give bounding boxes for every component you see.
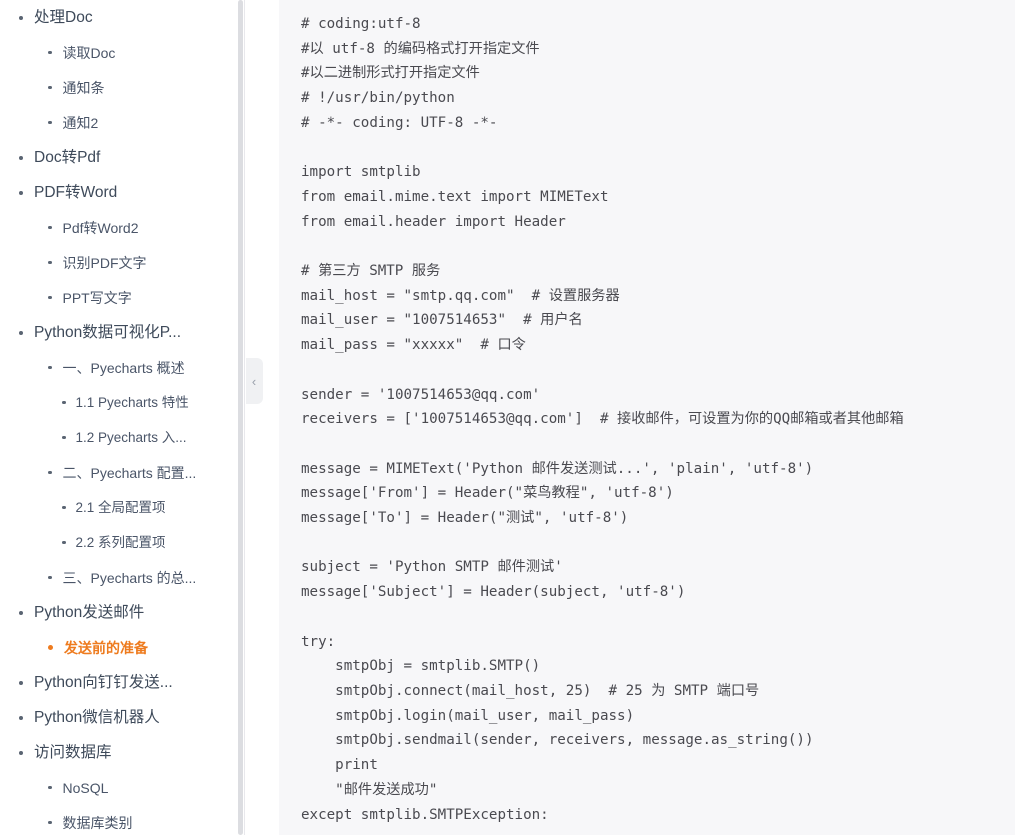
sidebar-item-5[interactable]: PDF转Word xyxy=(0,175,244,210)
sidebar-item-label: PDF转Word xyxy=(34,183,118,201)
bullet-icon xyxy=(48,575,52,580)
sidebar-item-label: 访问数据库 xyxy=(34,743,112,761)
sidebar-item-0[interactable]: 处理Doc xyxy=(0,0,244,35)
sidebar-item-label: PPT写文字 xyxy=(62,289,132,306)
bullet-icon xyxy=(62,435,66,440)
sidebar-item-label: Doc转Pdf xyxy=(34,148,101,166)
bullet-icon xyxy=(48,820,52,825)
sidebar-item-8[interactable]: PPT写文字 xyxy=(0,280,244,315)
sidebar-item-22[interactable]: NoSQL xyxy=(0,770,244,805)
chevron-left-icon: ‹ xyxy=(251,373,257,389)
sidebar-toc[interactable]: 处理Doc 读取Doc 通知条通知2 Doc转Pdf PDF转Word Pdf转Word2… xyxy=(0,0,245,835)
sidebar-item-label: 三、Pyecharts 的总... xyxy=(62,569,197,586)
sidebar-scrollbar-thumb[interactable] xyxy=(238,0,243,835)
sidebar-item-14[interactable]: 2.1 全局配置项 xyxy=(0,490,244,525)
bullet-icon xyxy=(48,785,52,790)
bullet-icon xyxy=(62,540,66,545)
sidebar-item-10[interactable]: 一、Pyecharts 概述 xyxy=(0,350,244,385)
content-area: # coding:utf-8 #以 utf-8 的编码格式打开指定文件 #以二进… xyxy=(245,0,1015,835)
page-root: 处理Doc 读取Doc 通知条通知2 Doc转Pdf PDF转Word Pdf转Word2… xyxy=(0,0,1015,835)
sidebar-item-4[interactable]: Doc转Pdf xyxy=(0,140,244,175)
sidebar-item-16[interactable]: 三、Pyecharts 的总... xyxy=(0,560,244,595)
bullet-icon xyxy=(19,155,23,160)
sidebar-item-label: 2.2 系列配置项 xyxy=(75,534,166,550)
sidebar-item-label: Python数据可视化P... xyxy=(34,323,182,341)
sidebar-item-23[interactable]: 数据库类别 xyxy=(0,805,244,835)
bullet-icon xyxy=(48,85,52,90)
bullet-icon xyxy=(48,645,53,650)
sidebar-item-12[interactable]: 1.2 Pyecharts 入... xyxy=(0,420,244,455)
code-block[interactable]: # coding:utf-8 #以 utf-8 的编码格式打开指定文件 #以二进… xyxy=(279,0,1015,835)
bullet-icon xyxy=(48,260,52,265)
sidebar-item-label: NoSQL xyxy=(62,779,109,796)
sidebar-item-7[interactable]: 识别PDF文字 xyxy=(0,245,244,280)
bullet-icon xyxy=(48,365,52,370)
bullet-icon xyxy=(62,400,66,405)
sidebar-item-2[interactable]: 通知条 xyxy=(0,70,244,105)
bullet-icon xyxy=(48,120,52,125)
sidebar-item-label: 数据库类别 xyxy=(62,814,133,831)
bullet-icon xyxy=(19,750,23,755)
sidebar-item-19[interactable]: Python向钉钉发送... xyxy=(0,665,244,700)
sidebar-item-13[interactable]: 二、Pyecharts 配置... xyxy=(0,455,244,490)
bullet-icon xyxy=(19,610,23,615)
bullet-icon xyxy=(48,50,52,55)
sidebar-item-label: 二、Pyecharts 配置... xyxy=(62,464,197,481)
bullet-icon xyxy=(19,190,23,195)
sidebar-item-3[interactable]: 通知2 xyxy=(0,105,244,140)
sidebar-item-label: 1.2 Pyecharts 入... xyxy=(75,429,187,445)
code-text: # coding:utf-8 #以 utf-8 的编码格式打开指定文件 #以二进… xyxy=(301,16,904,823)
bullet-icon xyxy=(48,470,52,475)
sidebar-item-label: 一、Pyecharts 概述 xyxy=(62,359,185,376)
sidebar-item-label: Python发送邮件 xyxy=(34,603,145,621)
sidebar-item-label: 1.1 Pyecharts 特性 xyxy=(75,394,189,410)
sidebar-item-18[interactable]: 发送前的准备 xyxy=(0,630,244,665)
sidebar-item-20[interactable]: Python微信机器人 xyxy=(0,700,244,735)
bullet-icon xyxy=(62,505,66,510)
bullet-icon xyxy=(19,715,23,720)
bullet-icon xyxy=(48,225,52,230)
bullet-icon xyxy=(48,295,52,300)
sidebar-item-label: 读取Doc xyxy=(62,44,116,61)
sidebar-item-label: 通知条 xyxy=(62,79,105,96)
sidebar-item-label: Pdf转Word2 xyxy=(62,219,139,236)
sidebar-item-label: 发送前的准备 xyxy=(64,639,148,656)
sidebar-item-label: Python向钉钉发送... xyxy=(34,673,173,691)
bullet-icon xyxy=(19,680,23,685)
sidebar-item-21[interactable]: 访问数据库 xyxy=(0,735,244,770)
sidebar-item-label: 2.1 全局配置项 xyxy=(75,499,166,515)
sidebar-collapse-button[interactable]: ‹ xyxy=(246,358,263,404)
sidebar-item-label: 通知2 xyxy=(62,114,99,131)
sidebar-item-label: Python微信机器人 xyxy=(34,708,160,726)
sidebar-item-15[interactable]: 2.2 系列配置项 xyxy=(0,525,244,560)
toc-list: 处理Doc 读取Doc 通知条通知2 Doc转Pdf PDF转Word Pdf转Word2… xyxy=(0,0,244,835)
sidebar-item-9[interactable]: Python数据可视化P... xyxy=(0,315,244,350)
sidebar-item-17[interactable]: Python发送邮件 xyxy=(0,595,244,630)
sidebar-scrollbar[interactable] xyxy=(237,0,244,835)
sidebar-item-label: 处理Doc xyxy=(34,8,93,26)
bullet-icon xyxy=(19,15,23,20)
sidebar-item-6[interactable]: Pdf转Word2 xyxy=(0,210,244,245)
sidebar-item-label: 识别PDF文字 xyxy=(62,254,147,271)
bullet-icon xyxy=(19,330,23,335)
sidebar-item-11[interactable]: 1.1 Pyecharts 特性 xyxy=(0,385,244,420)
sidebar-item-1[interactable]: 读取Doc xyxy=(0,35,244,70)
